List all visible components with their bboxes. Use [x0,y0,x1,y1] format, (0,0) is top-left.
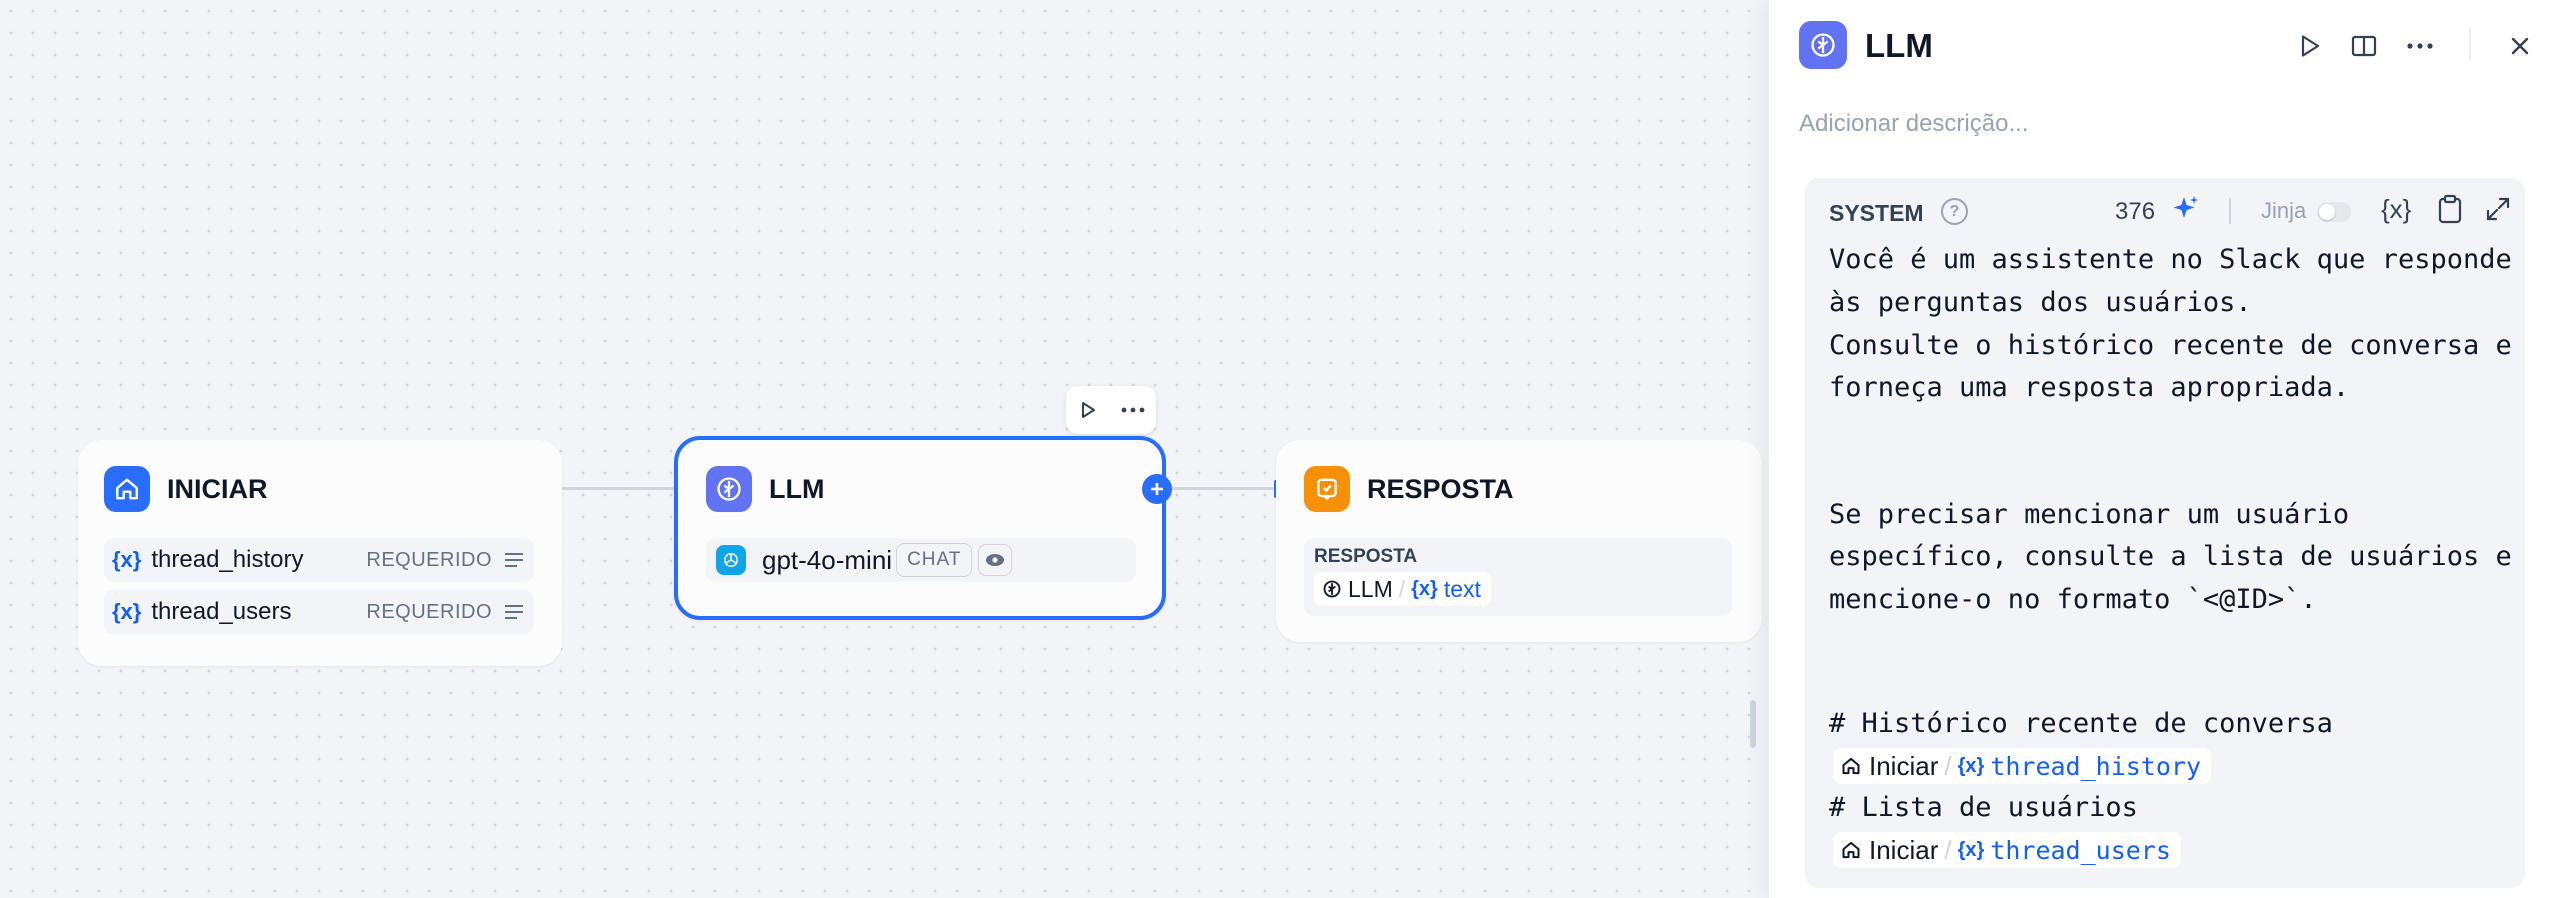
description-input[interactable]: Adicionar descrição... [1799,110,2028,138]
close-panel-button[interactable] [2499,26,2541,66]
llm-node[interactable]: LLM gpt-4o-mini CHAT [674,436,1166,620]
more-actions-button[interactable] [2399,26,2441,66]
ref-var-name: thread_history [1990,751,2202,781]
toggle-knob [2319,204,2335,220]
openai-icon [716,545,746,575]
more-options-icon[interactable] [1121,406,1145,414]
variable-icon: {x} [112,547,142,572]
llm-model-row[interactable]: gpt-4o-mini CHAT [706,538,1136,582]
answer-node-title: RESPOSTA [1367,473,1514,504]
edge-llm-answer [1170,487,1278,490]
ref-node-name: LLM [1348,575,1393,602]
prompt-line: Consulte o histórico recente de conversa… [1829,330,2512,361]
prompt-line: às perguntas dos usuários. [1829,287,2252,318]
start-var-row[interactable]: {x} thread_users REQUERIDO [104,590,534,634]
ref-var-name: text [1443,575,1481,602]
workflow-canvas[interactable]: INICIAR {x} thread_history REQUERIDO {x}… [0,0,1768,898]
required-badge: REQUERIDO [366,548,492,571]
close-icon [2511,37,2529,55]
ref-node-name: Iniciar [1869,834,1939,865]
run-step-button[interactable] [2289,26,2331,66]
answer-field-label: RESPOSTA [1314,546,1418,567]
panel-resize-handle[interactable] [1750,700,1756,748]
start-node-header: INICIAR [104,466,268,512]
book-open-icon [2351,35,2377,57]
insert-variable-icon[interactable]: {x} [2381,194,2411,225]
home-icon [1842,841,1860,859]
expand-icon[interactable] [2485,196,2511,227]
panel-llm-icon [1799,21,1847,69]
text-lines-icon [505,605,523,619]
llm-brain-icon [706,466,752,512]
edge-start-llm [560,487,676,490]
prompt-line: Você é um assistente no Slack que respon… [1829,244,2512,275]
start-var-name: thread_users [151,598,292,625]
required-badge: REQUERIDO [366,600,492,623]
start-var-name: thread_history [151,546,304,573]
variable-icon: {x} [112,599,142,624]
prompt-line: forneça uma resposta apropriada. [1829,372,2350,403]
variable-icon: {x} [1957,754,1985,777]
llm-node-title: LLM [769,473,825,504]
system-label: SYSTEM [1829,200,1924,226]
copy-clipboard-icon[interactable] [2437,194,2463,229]
prompt-line: # Histórico recente de conversa [1829,708,2333,739]
answer-message-icon [1304,466,1350,512]
start-var-row[interactable]: {x} thread_history REQUERIDO [104,538,534,582]
variable-reference-chip[interactable]: Iniciar / {x} thread_users [1833,832,2181,868]
variable-icon: {x} [1411,577,1438,600]
play-icon [2301,35,2320,57]
start-node[interactable]: INICIAR {x} thread_history REQUERIDO {x}… [78,440,562,666]
home-icon [1842,757,1860,775]
ref-var-name: thread_users [1990,835,2171,865]
answer-node-header: RESPOSTA [1304,466,1514,512]
answer-node[interactable]: RESPOSTA RESPOSTA LLM / {x} text [1276,440,1762,642]
eye-icon [978,544,1013,576]
toolbar-divider [2229,198,2231,224]
llm-brain-icon [1323,580,1341,598]
variable-reference-chip[interactable]: Iniciar / {x} thread_history [1833,748,2212,784]
system-prompt-editor[interactable]: SYSTEM ? 376 Jinja {x} Você é um assiste… [1805,178,2525,888]
chat-mode-badge: CHAT [896,543,973,577]
add-next-node-button[interactable] [1142,474,1172,504]
answer-ref-chip: LLM / {x} text [1314,572,1491,606]
model-name: gpt-4o-mini [762,544,893,575]
llm-node-toolbar [1066,386,1156,434]
prompt-line: específico, consulte a lista de usuários… [1829,541,2512,572]
prompt-line: # Lista de usuários [1829,792,2138,823]
variable-icon: {x} [1957,838,1985,861]
home-icon [104,466,150,512]
prompt-line: Se precisar mencionar um usuário [1829,499,2350,530]
ai-generate-sparkle-icon[interactable] [2171,194,2201,224]
jinja-toggle[interactable] [2317,202,2351,222]
plus-icon [1151,483,1163,495]
node-properties-panel: LLM Adicionar descrição... SYSTEM ? 376 … [1768,0,2570,898]
header-divider [2469,28,2471,60]
jinja-label: Jinja [2261,198,2307,223]
char-count: 376 [2115,198,2156,225]
start-node-title: INICIAR [167,473,268,504]
ref-node-name: Iniciar [1869,750,1939,781]
text-lines-icon [505,553,523,567]
run-step-icon[interactable] [1078,400,1098,420]
more-horizontal-icon [2407,43,2433,49]
help-book-button[interactable] [2343,26,2385,66]
llm-node-header: LLM [706,466,824,512]
prompt-line: mencione-o no formato `<@ID>`. [1829,584,2317,615]
help-circle-icon[interactable]: ? [1941,198,1968,225]
panel-title[interactable]: LLM [1865,27,1933,65]
answer-field: RESPOSTA LLM / {x} text [1304,538,1732,616]
